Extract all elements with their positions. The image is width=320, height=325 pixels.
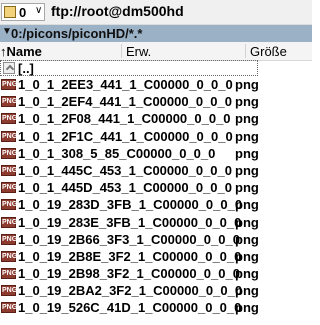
file-name: 1_0_1_2EE3_441_1_C00000_0_0_0 <box>18 77 233 92</box>
drive-label: 0 <box>19 5 27 20</box>
file-row[interactable]: PNG 1_0_1_2EE3_441_1_C00000_0_0_0 png <box>0 77 312 94</box>
file-ext: png <box>235 145 259 161</box>
file-row[interactable]: PNG 1_0_1_2F08_441_1_C00000_0_0_0 png <box>0 111 312 128</box>
file-row[interactable]: PNG 1_0_19_2B66_3F3_1_C00000_0_0_0 png <box>0 232 312 249</box>
path-text: 0:/picons/piconHD/*.* <box>11 26 143 41</box>
file-ext: png <box>235 214 259 230</box>
parent-directory-label: [..] <box>18 61 34 76</box>
column-name[interactable]: ↑Name <box>0 44 42 59</box>
file-row[interactable]: PNG 1_0_19_283E_3FB_1_C00000_0_0_0 png <box>0 215 312 232</box>
column-separator[interactable] <box>245 44 246 58</box>
png-file-icon: PNG <box>1 79 18 90</box>
chevron-down-icon: ∨ <box>35 5 43 16</box>
file-ext: png <box>235 111 259 127</box>
file-row[interactable]: PNG 1_0_1_2F1C_441_1_C00000_0_0_0 png <box>0 129 312 146</box>
png-file-icon: PNG <box>1 130 18 142</box>
file-ext: png <box>235 266 259 282</box>
png-file-icon: PNG <box>1 302 18 314</box>
file-name: 1_0_19_526C_41D_1_C00000_0_0_0 <box>18 300 242 316</box>
file-row[interactable]: PNG 1_0_19_2B8E_3F2_1_C00000_0_0_0 png <box>0 249 312 266</box>
png-file-icon: PNG <box>1 182 18 194</box>
file-name: 1_0_1_2EF4_441_1_C00000_0_0_0 <box>18 94 232 110</box>
file-ext: png <box>235 77 259 92</box>
file-ext: png <box>235 128 259 144</box>
file-ext: png <box>235 300 259 316</box>
png-file-icon: PNG <box>1 96 18 108</box>
png-file-icon: PNG <box>1 199 18 211</box>
file-row[interactable]: PNG 1_0_1_2EF4_441_1_C00000_0_0_0 png <box>0 94 312 111</box>
file-row[interactable]: PNG 1_0_19_2B98_3F2_1_C00000_0_0_0 png <box>0 266 312 283</box>
file-name: 1_0_1_445D_453_1_C00000_0_0_0 <box>18 180 232 196</box>
png-file-icon: PNG <box>1 147 18 159</box>
path-bar[interactable]: ▼ 0:/picons/piconHD/*.* <box>0 25 312 42</box>
remote-path: ftp://root@dm500hd <box>51 3 184 19</box>
file-row[interactable]: PNG 1_0_19_526C_41D_1_C00000_0_0_0 png <box>0 300 312 317</box>
file-name: 1_0_1_445C_453_1_C00000_0_0_0 <box>18 162 232 178</box>
parent-directory-row[interactable]: [..] <box>0 60 258 76</box>
file-row[interactable]: PNG 1_0_1_445C_453_1_C00000_0_0_0 png <box>0 163 312 180</box>
drive-selector[interactable]: 0 ∨ <box>1 3 45 21</box>
png-file-icon: PNG <box>1 233 18 245</box>
png-file-icon: PNG <box>1 216 18 228</box>
file-name: 1_0_19_283E_3FB_1_C00000_0_0_0 <box>18 214 242 230</box>
file-name: 1_0_19_2B98_3F2_1_C00000_0_0_0 <box>18 266 240 282</box>
file-ext: png <box>235 248 259 264</box>
file-name: 1_0_19_2BA2_3F2_1_C00000_0_0_0 <box>18 283 243 299</box>
file-name: 1_0_19_2B66_3F3_1_C00000_0_0_0 <box>18 231 240 247</box>
file-ext: png <box>235 283 259 299</box>
up-folder-icon <box>3 62 15 74</box>
file-list: [..] PNG 1_0_1_2EE3_441_1_C00000_0_0_0 p… <box>0 60 312 318</box>
png-file-icon: PNG <box>1 164 18 176</box>
file-name: 1_0_19_283D_3FB_1_C00000_0_0_0 <box>18 197 243 213</box>
file-row[interactable]: PNG 1_0_1_308_5_85_C00000_0_0_0 png <box>0 146 312 163</box>
column-ext[interactable]: Erw. <box>126 44 151 59</box>
file-ext: png <box>235 231 259 247</box>
png-file-icon: PNG <box>1 268 18 280</box>
file-name: 1_0_1_2F08_441_1_C00000_0_0_0 <box>18 111 231 127</box>
file-name: 1_0_19_2B8E_3F2_1_C00000_0_0_0 <box>18 248 242 264</box>
png-file-icon: PNG <box>1 113 18 125</box>
column-size[interactable]: Größe <box>250 44 287 59</box>
png-file-icon: PNG <box>1 285 18 297</box>
column-header: ↑Name Erw. Größe <box>0 42 312 61</box>
file-row[interactable]: PNG 1_0_19_283D_3FB_1_C00000_0_0_0 png <box>0 197 312 214</box>
file-name: 1_0_1_2F1C_441_1_C00000_0_0_0 <box>18 128 233 144</box>
png-file-icon: PNG <box>1 250 18 262</box>
file-ext: png <box>235 197 259 213</box>
file-row[interactable]: PNG 1_0_19_2BA2_3F2_1_C00000_0_0_0 png <box>0 283 312 300</box>
toolbar: 0 ∨ ftp://root@dm500hd <box>0 0 312 25</box>
file-ext: png <box>235 180 259 196</box>
file-ext: png <box>235 162 259 178</box>
column-separator[interactable] <box>121 44 122 58</box>
drive-icon <box>4 6 16 18</box>
file-row[interactable]: PNG 1_0_1_445D_453_1_C00000_0_0_0 png <box>0 180 312 197</box>
file-ext: png <box>235 94 259 110</box>
file-name: 1_0_1_308_5_85_C00000_0_0_0 <box>18 145 216 161</box>
